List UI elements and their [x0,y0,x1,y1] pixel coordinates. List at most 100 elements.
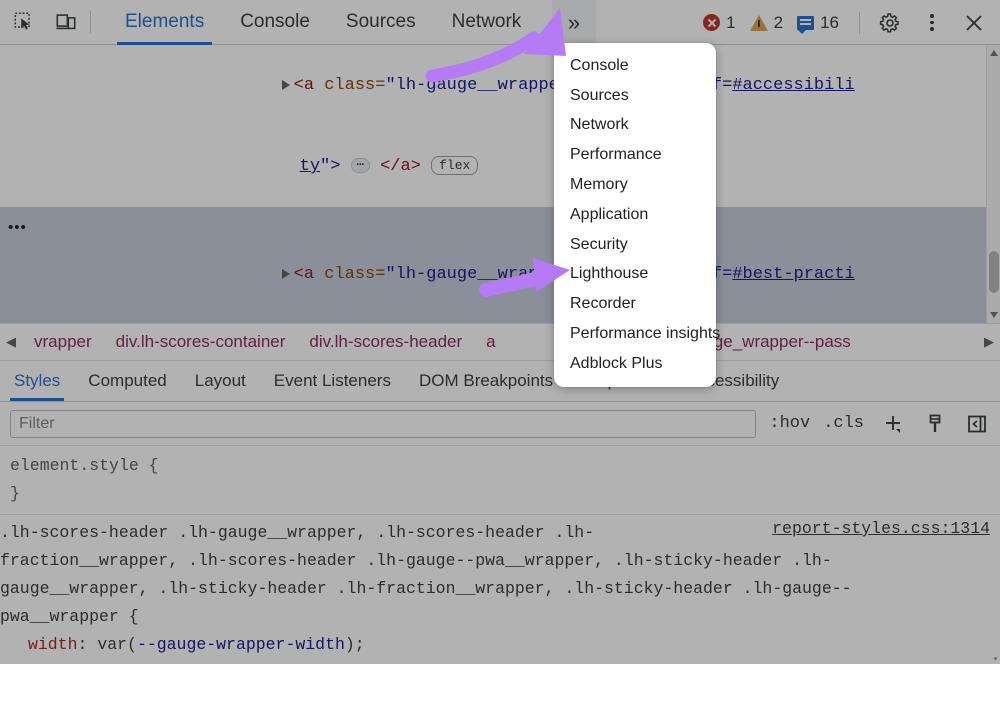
css-rules-pane[interactable]: element.style { } report-styles.css:1314… [0,446,1000,664]
row-menu-dots[interactable]: ••• [8,214,27,241]
new-style-rule-icon[interactable] [880,411,906,437]
scrollbar-thumb[interactable] [989,251,999,293]
rule-close-brace: } [0,659,1000,664]
tab-console[interactable]: Console [222,0,328,45]
dropdown-item-label: Performance insights [570,325,720,343]
dom-href-link[interactable]: #accessibili [732,76,854,95]
tab-elements[interactable]: Elements [107,0,222,45]
dropdown-item-application[interactable]: Application [554,200,716,230]
devtools-window: Elements Console Sources Network 1 [0,0,1000,706]
tab-network[interactable]: Network [434,0,540,45]
dropdown-item-performance-insights[interactable]: Performance insights [554,319,716,349]
tab-styles[interactable]: Styles [0,361,74,401]
more-tabs-label: » [568,10,580,36]
computed-styles-sidebar-icon[interactable] [922,411,948,437]
dom-href-link-wrap[interactable]: ty [300,157,320,176]
breadcrumb-item-2[interactable]: div.lh-scores-header [297,332,474,352]
kebab-menu-icon[interactable] [914,5,950,41]
dropdown-item-label: Sources [570,87,629,105]
vertical-dots [930,14,934,31]
dom-row-cont[interactable]: ty"> ⋯ </a> flex [0,126,1000,207]
breadcrumb-scroll-right-icon[interactable]: ▶ [978,323,1000,361]
breadcrumb-item-3[interactable]: a [474,332,507,352]
dropdown-item-label: Network [570,116,629,134]
expand-triangle-icon[interactable] [282,269,290,279]
tab-sources[interactable]: Sources [328,0,434,45]
tab-styles-label: Styles [14,371,60,391]
device-toolbar-icon[interactable] [48,4,84,40]
breadcrumb-scroll-left-icon[interactable]: ◀ [0,323,22,361]
dropdown-item-performance[interactable]: Performance [554,140,716,170]
inspect-element-icon[interactable] [6,4,42,40]
dom-tree[interactable]: <a class="lh-gauge__wrapper lh--pass" hr… [0,45,1000,323]
dropdown-item-memory[interactable]: Memory [554,170,716,200]
dom-row-selected[interactable]: ••• <a class="lh-gauge__wrapper lh--pass… [0,207,1000,315]
tab-computed[interactable]: Computed [74,361,180,401]
dom-row-selected-cont[interactable]: ces"> ⋯ </a> flex == $0 [0,315,1000,323]
dropdown-item-label: Console [570,57,629,75]
dropdown-item-recorder[interactable]: Recorder [554,289,716,319]
element-style-rule[interactable]: element.style { } [10,452,990,508]
warning-count-badge[interactable]: 2 [750,13,783,33]
error-count-badge[interactable]: 1 [703,13,735,33]
css-variable-name[interactable]: --gauge-wrapper-width [137,635,345,654]
toolbar-divider-2 [859,12,860,34]
gear-icon[interactable] [872,5,908,41]
dropdown-item-security[interactable]: Security [554,230,716,260]
scroll-up-icon[interactable] [990,50,998,56]
styles-pane-tabs: Styles Computed Layout Event Listeners D… [0,361,1000,402]
filter-input[interactable] [10,410,756,438]
error-icon [703,14,720,31]
hov-label: :hov [769,414,810,433]
dropdown-item-adblock-plus[interactable]: Adblock Plus [554,349,716,379]
devtools-toolbar: Elements Console Sources Network 1 [0,0,1000,45]
warning-count: 2 [774,13,783,33]
dom-attr: class= [324,265,385,284]
dom-tree-scrollbar[interactable] [986,45,1000,323]
dom-tag: <a [294,76,325,95]
element-style-close: } [10,480,990,508]
rule-declaration[interactable]: width: var(--gauge-wrapper-width); [0,631,1000,659]
dropdown-item-network[interactable]: Network [554,111,716,141]
scroll-down-icon[interactable] [990,312,998,318]
dropdown-item-sources[interactable]: Sources [554,81,716,111]
close-devtools-icon[interactable] [956,5,992,41]
cls-label: .cls [823,414,864,433]
breadcrumb-label: vrapper [34,332,92,351]
flex-badge[interactable]: flex [431,156,478,175]
tab-layout-label: Layout [195,371,246,391]
tab-dom-breakpoints-label: DOM Breakpoints [419,371,553,391]
css-rule-1[interactable]: report-styles.css:1314 .lh-scores-header… [0,514,1000,664]
rule-selector-line-2: fraction__wrapper, .lh-scores-header .lh… [0,547,1000,575]
element-state-button[interactable]: :hov [769,414,810,433]
breadcrumb-item-0[interactable]: vrapper [22,332,104,352]
dom-href-link[interactable]: #best-practi [732,265,854,284]
dom-close-tag: </a> [380,157,421,176]
dropdown-item-label: Lighthouse [570,265,648,283]
dropdown-item-console[interactable]: Console [554,51,716,81]
breadcrumb-label: div.lh-scores-container [116,332,286,351]
tab-network-label: Network [452,11,522,33]
class-button[interactable]: .cls [823,414,864,433]
tab-computed-label: Computed [88,371,166,391]
toolbar-divider [90,11,91,33]
tab-event-listeners[interactable]: Event Listeners [260,361,405,401]
more-tabs-button[interactable]: » [552,0,596,45]
more-tabs-dropdown[interactable]: Console Sources Network Performance Memo… [554,43,716,387]
expand-triangle-icon[interactable] [282,80,290,90]
tab-dom-breakpoints[interactable]: DOM Breakpoints [405,361,567,401]
tab-layout[interactable]: Layout [181,361,260,401]
dropdown-item-lighthouse[interactable]: Lighthouse [554,260,716,290]
expand-ellipsis-icon[interactable]: ⋯ [351,158,370,173]
breadcrumb-item-1[interactable]: div.lh-scores-container [104,332,298,352]
dom-row[interactable]: <a class="lh-gauge__wrapper lh--pass" hr… [0,45,1000,126]
tab-elements-label: Elements [125,11,204,33]
message-count-badge[interactable]: 16 [797,13,839,33]
breadcrumb-label: a [486,332,495,351]
toolbar-right-group: 1 2 16 [703,0,1000,45]
toggle-sidebar-icon[interactable] [964,411,990,437]
left-arrow-glyph: ◀ [6,334,16,350]
styles-filter-row: :hov .cls [0,402,1000,446]
css-property-name[interactable]: width [28,635,78,654]
stylesheet-source-link[interactable]: report-styles.css:1314 [772,515,990,543]
